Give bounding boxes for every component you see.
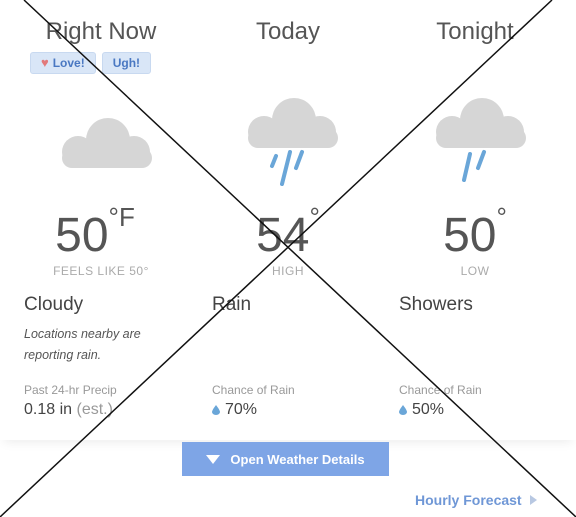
tonight-rain-percent: 50% — [412, 401, 445, 418]
reaction-buttons: ♥ Love! Ugh! — [30, 52, 152, 74]
nearby-note: Locations nearby are reporting rain. — [24, 327, 141, 362]
hourly-forecast-label: Hourly Forecast — [415, 492, 522, 508]
tonight-rain-label: Chance of Rain — [399, 383, 482, 397]
rain-icon — [248, 98, 338, 186]
today-condition: Rain — [212, 294, 252, 315]
open-weather-details-label: Open Weather Details — [230, 451, 365, 467]
tonight-low-temp: 50° — [380, 202, 570, 263]
today-rain-value: 70% — [212, 401, 257, 419]
column-title: Right Now — [45, 18, 157, 45]
chevron-right-icon — [529, 495, 537, 505]
drop-icon — [212, 405, 220, 415]
current-temp-unit: °F — [108, 202, 135, 232]
column-right-now: Right Now — [6, 0, 196, 48]
precip-label: Past 24-hr Precip — [24, 383, 117, 397]
rain-icon — [436, 98, 526, 182]
feels-like-label: FEELS LIKE 50° — [53, 264, 149, 278]
today-rain-percent: 70% — [225, 401, 258, 418]
column-title: Today — [255, 18, 321, 45]
precip-estimate: (est.) — [76, 401, 113, 418]
heart-icon: ♥ — [41, 55, 49, 70]
hourly-forecast-link[interactable]: Hourly Forecast — [415, 492, 537, 508]
current-temp-value: 50 — [55, 209, 109, 262]
current-condition: Cloudy — [24, 294, 84, 315]
tonight-temp-value: 50 — [443, 209, 497, 262]
ugh-button[interactable]: Ugh! — [101, 52, 152, 74]
tonight-condition: Showers — [399, 294, 473, 315]
open-weather-details-button[interactable]: Open Weather Details — [182, 442, 389, 476]
today-rain-label: Chance of Rain — [212, 383, 295, 397]
column-today: Today — [193, 0, 383, 48]
precip-value: 0.18 in (est.) — [24, 401, 113, 419]
today-temp-value: 54 — [256, 209, 310, 262]
tonight-rain-value: 50% — [399, 401, 444, 419]
precip-amount: 0.18 in — [24, 401, 73, 418]
low-label: LOW — [460, 264, 490, 278]
triangle-down-icon — [206, 454, 221, 464]
high-label: HIGH — [272, 264, 304, 278]
weather-card: Right Now ♥ Love! Ugh! 50°F FEELS LIKE 5… — [0, 0, 576, 440]
love-button[interactable]: ♥ Love! — [30, 52, 96, 74]
column-tonight: Tonight — [380, 0, 570, 48]
drop-icon — [399, 405, 407, 415]
love-label: Love! — [52, 56, 85, 70]
tonight-temp-unit: ° — [496, 202, 507, 232]
ugh-label: Ugh! — [112, 56, 141, 70]
column-title: Tonight — [436, 18, 514, 45]
today-temp-unit: ° — [309, 202, 320, 232]
current-temp: 50°F — [0, 202, 190, 263]
today-high-temp: 54° — [193, 202, 383, 263]
cloud-icon — [62, 118, 152, 168]
